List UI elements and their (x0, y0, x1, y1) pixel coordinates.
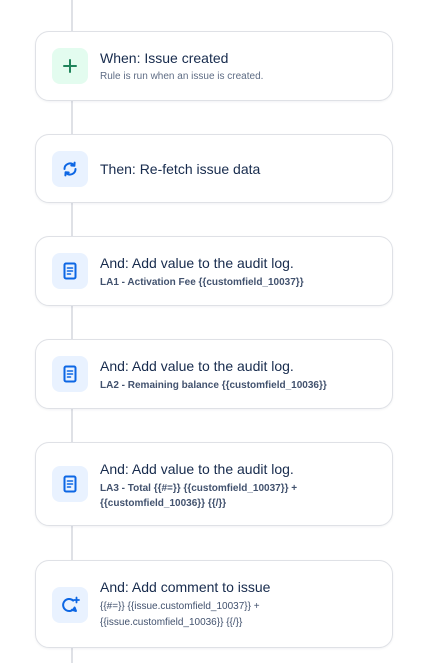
step-description-line-1: LA3 - Total {{#=}} {{customfield_10037}}… (100, 483, 298, 494)
document-icon (52, 356, 88, 392)
action-card-refetch[interactable]: Then: Re-fetch issue data (35, 134, 393, 203)
connector-line (71, 100, 73, 134)
step-title: Then: Re-fetch issue data (100, 161, 261, 177)
connector-line (71, 305, 73, 339)
connector-line (71, 647, 73, 663)
connector-line (71, 408, 73, 442)
step-description-line-2: {{customfield_10036}} {{/}} (100, 498, 227, 509)
step-description: LA1 - Activation Fee {{customfield_10037… (100, 277, 304, 288)
refresh-icon (52, 151, 88, 187)
step-title: And: Add value to the audit log. (100, 461, 294, 477)
step-title: And: Add comment to issue (100, 579, 271, 595)
step-title: When: Issue created (100, 50, 229, 66)
step-description-line-1: {{#=}} {{issue.customfield_10037}} + (100, 601, 260, 612)
action-card-audit-log-2[interactable]: And: Add value to the audit log. LA2 - R… (35, 339, 393, 409)
action-card-audit-log-3[interactable]: And: Add value to the audit log. LA3 - T… (35, 442, 393, 526)
step-description: Rule is run when an issue is created. (100, 71, 264, 82)
plus-icon (52, 48, 88, 84)
step-description: LA2 - Remaining balance {{customfield_10… (100, 380, 327, 391)
step-title: And: Add value to the audit log. (100, 358, 294, 374)
document-icon (52, 466, 88, 502)
action-card-add-comment[interactable]: And: Add comment to issue {{#=}} {{issue… (35, 560, 393, 648)
action-card-audit-log-1[interactable]: And: Add value to the audit log. LA1 - A… (35, 236, 393, 306)
document-icon (52, 253, 88, 289)
connector-line (71, 0, 73, 31)
connector-line (71, 525, 73, 560)
step-description-line-2: {{issue.customfield_10036}} {{/}} (100, 617, 243, 628)
comment-add-icon (52, 587, 88, 623)
trigger-card-issue-created[interactable]: When: Issue created Rule is run when an … (35, 31, 393, 101)
step-title: And: Add value to the audit log. (100, 255, 294, 271)
connector-line (71, 202, 73, 236)
